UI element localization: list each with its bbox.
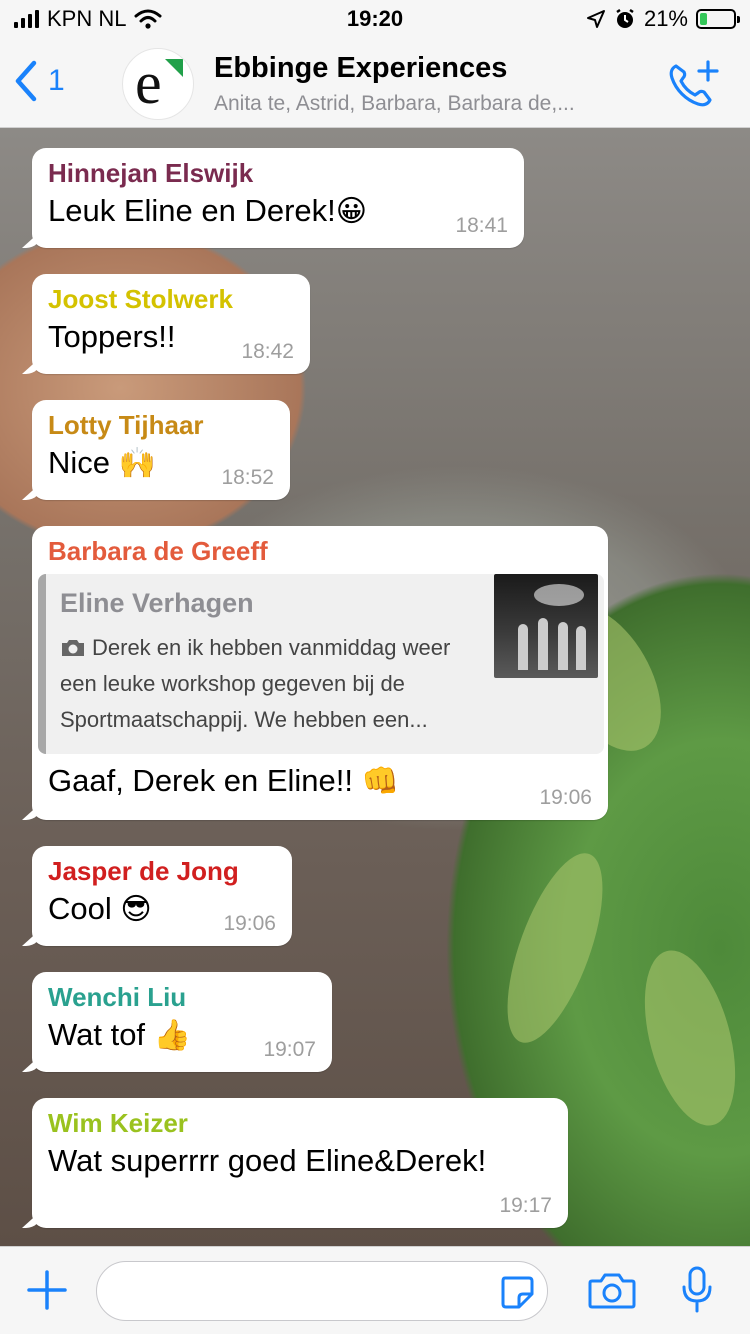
battery-fill <box>700 13 707 25</box>
thumbs-up-emoji: 👍 <box>153 1019 192 1052</box>
message-input-wrapper[interactable] <box>96 1261 548 1321</box>
message-text-body: Leuk Eline en Derek! <box>48 193 336 228</box>
photo-detail <box>487 842 623 1054</box>
grinning-face-emoji: 😀 <box>335 195 368 228</box>
location-arrow-icon <box>586 10 605 28</box>
message-time: 18:41 <box>455 214 508 237</box>
battery-icon <box>696 9 740 29</box>
quoted-message[interactable]: Eline Verhagen Derek en ik hebben vanmid… <box>38 574 604 754</box>
thumbnail-detail <box>538 618 548 670</box>
quote-text: Derek en ik hebben vanmiddag weer een le… <box>60 630 480 738</box>
status-bar: KPN NL 19:20 21% <box>0 0 750 40</box>
message-bubble[interactable]: Hinnejan Elswijk Leuk Eline en Derek!😀 1… <box>32 148 524 248</box>
group-title[interactable]: Ebbinge Experiences <box>214 52 507 85</box>
thumbnail-detail <box>576 626 586 670</box>
message-time: 18:52 <box>221 466 274 489</box>
message-bubble[interactable]: Joost Stolwerk Toppers!! 18:42 <box>32 274 310 374</box>
camera-icon[interactable] <box>588 1271 636 1311</box>
message-time: 19:07 <box>263 1038 316 1061</box>
message-bubble-reply[interactable]: Barbara de Greeff Eline Verhagen Derek e… <box>32 526 608 820</box>
thumbnail-detail <box>558 622 568 670</box>
message-bubble[interactable]: Jasper de Jong Cool 😎 19:06 <box>32 846 292 946</box>
message-text: Leuk Eline en Derek!😀 <box>48 190 508 233</box>
message-bubble[interactable]: Wim Keizer Wat superrrr goed Eline&Derek… <box>32 1098 568 1228</box>
message-time: 19:06 <box>223 912 276 935</box>
message-text-body: Gaaf, Derek en Eline!! <box>48 763 353 798</box>
message-bubble[interactable]: Wenchi Liu Wat tof 👍 19:07 <box>32 972 332 1072</box>
back-button[interactable]: 1 <box>14 60 65 102</box>
message-text-body: Wat tof <box>48 1017 146 1052</box>
status-right: 21% <box>586 6 740 32</box>
message-sender: Wim Keizer <box>48 1108 188 1138</box>
chat-background[interactable]: Hinnejan Elswijk Leuk Eline en Derek!😀 1… <box>0 128 750 1246</box>
quote-thumbnail <box>494 574 598 678</box>
avatar-letter: e <box>135 50 162 116</box>
quote-body: Derek en ik hebben vanmiddag weer een le… <box>60 635 451 732</box>
message-time: 19:17 <box>499 1194 552 1217</box>
sunglasses-face-emoji: 😎 <box>120 893 152 926</box>
battery-percent: 21% <box>643 6 688 31</box>
message-bubble[interactable]: Lotty Tijhaar Nice 🙌 18:52 <box>32 400 290 500</box>
add-call-icon[interactable] <box>666 58 722 108</box>
photo-detail <box>628 940 750 1136</box>
message-text-body: Cool <box>48 891 112 926</box>
message-time: 18:42 <box>241 340 294 363</box>
plus-icon[interactable] <box>26 1269 68 1311</box>
oncoming-fist-emoji: 👊 <box>361 765 399 798</box>
group-members[interactable]: Anita te, Astrid, Barbara, Barbara de,..… <box>214 92 654 116</box>
thumbnail-detail <box>534 584 584 606</box>
message-input[interactable] <box>115 1262 495 1318</box>
message-text: Wat superrrr goed Eline&Derek! <box>48 1143 487 1178</box>
avatar-accent <box>165 59 183 77</box>
message-time: 19:06 <box>539 786 592 809</box>
sticker-icon[interactable] <box>499 1274 535 1310</box>
message-sender: Lotty Tijhaar <box>48 410 204 440</box>
message-sender: Hinnejan Elswijk <box>48 158 254 188</box>
message-sender: Jasper de Jong <box>48 856 239 886</box>
camera-icon <box>62 640 84 656</box>
message-sender: Wenchi Liu <box>48 982 187 1012</box>
message-text: Gaaf, Derek en Eline!! 👊 <box>48 760 598 803</box>
message-sender: Joost Stolwerk <box>48 284 233 314</box>
microphone-icon[interactable] <box>680 1265 714 1315</box>
raising-hands-emoji: 🙌 <box>118 447 156 480</box>
quote-bar <box>38 574 46 754</box>
group-avatar[interactable]: e <box>122 48 194 120</box>
alarm-icon <box>616 8 634 28</box>
quote-sender: Eline Verhagen <box>60 588 254 618</box>
message-text-body: Nice <box>48 445 111 480</box>
thumbnail-detail <box>518 624 528 670</box>
back-count: 1 <box>48 64 65 97</box>
message-sender: Barbara de Greeff <box>48 536 268 566</box>
back-chevron-icon <box>15 60 37 102</box>
chat-header: 1 e Ebbinge Experiences Anita te, Astrid… <box>0 40 750 128</box>
composer-bar <box>0 1246 750 1334</box>
